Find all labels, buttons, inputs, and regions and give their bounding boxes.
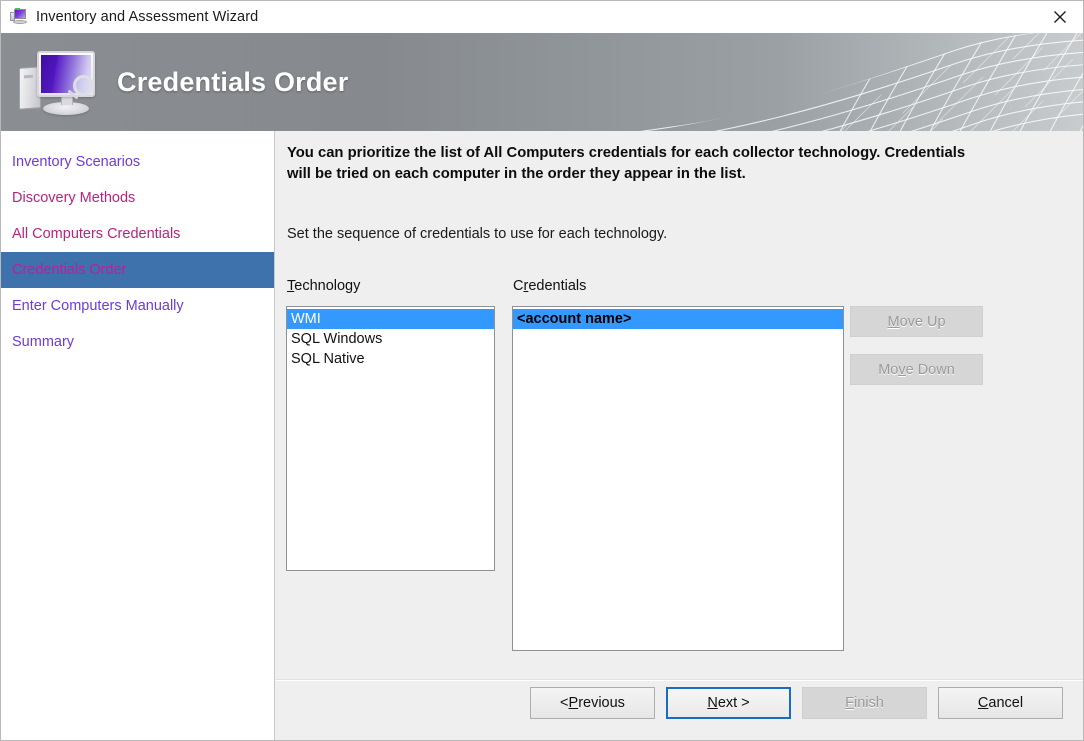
sidebar-item-all-computers-credentials[interactable]: All Computers Credentials [1, 216, 274, 252]
sidebar-item-inventory-scenarios[interactable]: Inventory Scenarios [1, 144, 274, 180]
intro-bold-text: You can prioritize the list of All Compu… [287, 145, 966, 182]
wizard-computer-icon [10, 8, 28, 26]
move-up-button[interactable]: Move Up [850, 306, 983, 337]
wizard-body: Inventory Scenarios Discovery Methods Al… [1, 131, 1083, 740]
banner-mesh-decoration [603, 33, 1083, 131]
list-item-label: WMI [291, 311, 321, 327]
list-item-label: SQL Native [291, 351, 365, 367]
wizard-banner: Credentials Order [1, 33, 1083, 131]
sidebar-item-label: Enter Computers Manually [12, 298, 184, 314]
sidebar-item-label: Inventory Scenarios [12, 154, 141, 170]
list-item[interactable]: SQL Windows [287, 329, 494, 349]
next-button[interactable]: Next > [666, 687, 791, 719]
technology-listbox[interactable]: WMI SQL Windows SQL Native [286, 306, 495, 571]
wizard-window: Inventory and Assessment Wizard Credenti… [0, 0, 1084, 741]
window-title: Inventory and Assessment Wizard [36, 9, 259, 25]
title-bar: Inventory and Assessment Wizard [1, 1, 1083, 33]
sidebar-item-label: All Computers Credentials [12, 226, 181, 242]
credentials-label: Credentials [513, 278, 587, 294]
credentials-listbox[interactable]: <account name> [512, 306, 844, 651]
list-item[interactable]: SQL Native [287, 349, 494, 369]
list-item-label: <account name> [517, 311, 632, 327]
move-down-button[interactable]: Mo v e Down [850, 354, 983, 385]
sidebar-item-enter-computers-manually[interactable]: Enter Computers Manually [1, 288, 274, 324]
list-item-label: SQL Windows [291, 331, 383, 347]
footer-separator [276, 679, 1083, 681]
close-icon[interactable] [1037, 1, 1083, 33]
sidebar-item-label: Summary [12, 334, 75, 350]
finish-button[interactable]: Finish [802, 687, 927, 719]
sidebar-item-discovery-methods[interactable]: Discovery Methods [1, 180, 274, 216]
banner-title: Credentials Order [117, 66, 349, 97]
computer-magnifier-icon [17, 45, 109, 121]
sidebar-item-summary[interactable]: Summary [1, 324, 274, 360]
sidebar-item-label: Credentials Order [12, 262, 127, 278]
technology-label: Technology [287, 278, 361, 294]
list-item[interactable]: WMI [287, 309, 494, 329]
sidebar-item-label: Discovery Methods [12, 190, 136, 206]
sidebar-item-credentials-order[interactable]: Credentials Order [1, 252, 274, 288]
intro-plain-text: Set the sequence of credentials to use f… [287, 226, 668, 242]
wizard-content: You can prioritize the list of All Compu… [276, 131, 1083, 740]
cancel-button[interactable]: Cancel [938, 687, 1063, 719]
wizard-sidebar: Inventory Scenarios Discovery Methods Al… [1, 131, 275, 740]
list-item[interactable]: <account name> [513, 309, 843, 329]
previous-button[interactable]: < Previous [530, 687, 655, 719]
